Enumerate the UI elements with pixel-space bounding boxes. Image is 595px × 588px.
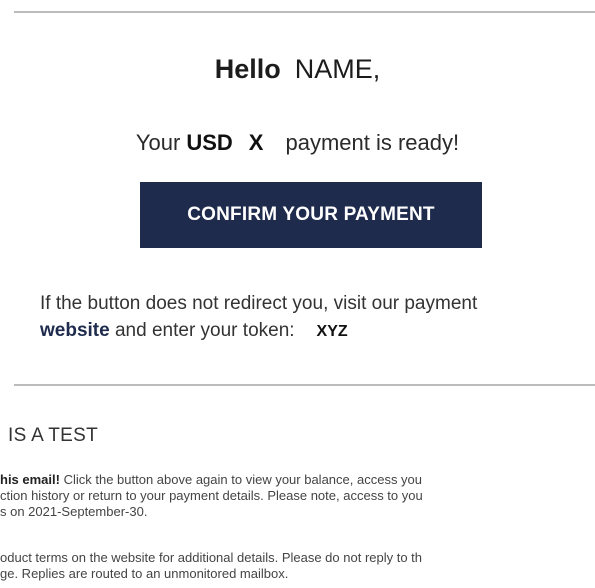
redirect-line-2-text: and enter your token: xyxy=(109,320,295,341)
email-page: Hello NAME, Your USD Xpayment is ready! CON… xyxy=(0,0,595,588)
paragraph-1-line-3: s on 2021-September-30. xyxy=(0,504,148,519)
paragraph-1-bold: his email! xyxy=(0,472,60,487)
payment-currency: USD xyxy=(186,130,233,155)
payment-suffix: payment is ready! xyxy=(285,130,460,155)
redirect-line-2: website and enter your token: XYZ xyxy=(40,317,595,345)
test-notice-heading: IS A TEST xyxy=(8,425,98,446)
greeting-heading: Hello NAME, xyxy=(0,54,595,85)
confirm-payment-button[interactable]: CONFIRM YOUR PAYMENT xyxy=(140,182,482,248)
redirect-line-1: If the button does not redirect you, vis… xyxy=(40,293,478,314)
greeting-hello: Hello xyxy=(214,54,281,84)
payment-website-link[interactable]: website xyxy=(40,320,110,341)
middle-divider xyxy=(14,384,595,386)
payment-ready-line: Your USD Xpayment is ready! xyxy=(0,130,595,156)
payment-prefix: Your xyxy=(135,130,181,155)
paragraph-1-line-1: his email! Click the button above again … xyxy=(0,472,595,488)
paragraph-2-line-1: oduct terms on the website for additiona… xyxy=(0,550,423,565)
greeting-name: NAME, xyxy=(294,54,381,84)
paragraph-1-line-2: ction history or return to your payment … xyxy=(0,488,423,503)
payment-token: XYZ xyxy=(316,323,348,340)
top-divider xyxy=(14,11,595,13)
payment-amount: X xyxy=(248,130,264,155)
paragraph-2-line-2: ge. Replies are routed to an unmonitored… xyxy=(0,566,289,581)
paragraph-1-line-1-text: Click the button above again to view you… xyxy=(59,472,423,487)
test-notice-paragraph: his email! Click the button above again … xyxy=(0,472,595,520)
terms-paragraph: oduct terms on the website for additiona… xyxy=(0,550,595,582)
redirect-instructions: If the button does not redirect you, vis… xyxy=(40,290,595,345)
